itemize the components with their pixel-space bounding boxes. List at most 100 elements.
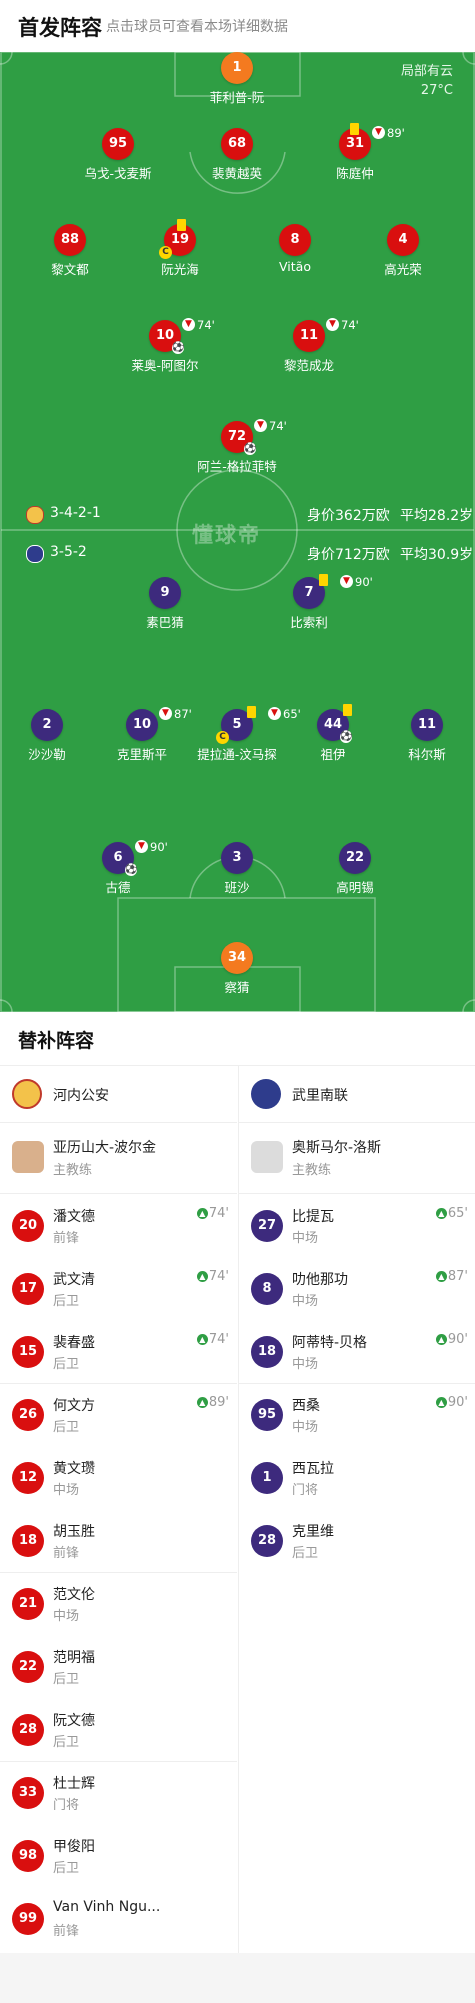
- bench-player-position: 后卫: [53, 1672, 80, 1687]
- bench-player-name: 裴春盛: [53, 1335, 95, 1351]
- home-value: 身价362万欧: [307, 508, 390, 524]
- player-number: 5 C: [216, 706, 256, 744]
- away-value: 身价712万欧: [307, 547, 390, 563]
- player-name: 陈庭仲: [336, 166, 374, 181]
- bench-player-number: 22: [12, 1651, 44, 1683]
- bench-player-row[interactable]: 20 潘文德 前锋 ▲ 74': [0, 1194, 237, 1257]
- bench-player-row[interactable]: 28 克里维 后卫: [239, 1509, 475, 1572]
- bench-player-name: 何文方: [53, 1398, 95, 1414]
- player-number: 44 ⚽: [317, 704, 352, 743]
- player-home-72[interactable]: 72 ⚽ ▼ 74' 阿兰-格拉菲特: [172, 419, 302, 475]
- sub-out-icon: ▼: [135, 840, 148, 853]
- bench-player-position: 后卫: [53, 1420, 80, 1435]
- bench-player-row[interactable]: 18 阿蒂特-贝格 中场 ▲ 90': [239, 1320, 475, 1383]
- bench-player-name: 黄文瓒: [53, 1461, 95, 1477]
- player-home-11[interactable]: 11 ▼ 74' 黎范成龙: [244, 318, 374, 374]
- home-coach[interactable]: 亚历山大-波尔金 主教练: [0, 1123, 237, 1194]
- bench-player-row[interactable]: 8 叻他那功 中场 ▲ 87': [239, 1257, 475, 1320]
- weather-info: 局部有云 27°C: [401, 62, 453, 100]
- player-away-3[interactable]: 3 班沙: [172, 842, 302, 896]
- bench-player-row[interactable]: 98 甲俊阳 后卫: [0, 1824, 237, 1887]
- bench-player-row[interactable]: 12 黄文瓒 中场: [0, 1446, 237, 1509]
- yellow-card-icon: [343, 704, 352, 716]
- player-name: 高明锡: [336, 880, 374, 895]
- goal-ball-icon: ⚽: [125, 864, 138, 876]
- player-home-10[interactable]: 10 ⚽ ▼ 74' 莱奥-阿图尔: [100, 318, 230, 374]
- bench-player-row[interactable]: 18 胡玉胜 前锋: [0, 1509, 237, 1572]
- bench-player-row[interactable]: 27 比提瓦 中场 ▲ 65': [239, 1194, 475, 1257]
- home-age: 平均28.2岁: [400, 508, 474, 524]
- bench-player-row[interactable]: 33 杜士辉 门将: [0, 1761, 237, 1824]
- player-number: 11: [293, 320, 325, 352]
- sub-out-icon: ▼: [372, 126, 385, 139]
- bench-away-column: 武里南联 奥斯马尔-洛斯 主教练 27 比提瓦 中场 ▲ 65' 8 叻他那功 中场 ▲ 87' 1…: [238, 1066, 475, 1953]
- player-home-19[interactable]: 19 C 阮光海: [115, 219, 245, 278]
- player-home-4[interactable]: 4 高光荣: [338, 224, 468, 278]
- coach-name: 奥斯马尔-洛斯: [292, 1140, 382, 1156]
- sub-in-icon: ▲: [435, 1208, 447, 1219]
- bench-player-row[interactable]: 15 裴春盛 后卫 ▲ 74': [0, 1320, 237, 1383]
- bench-home-column: 河内公安 亚历山大-波尔金 主教练 20 潘文德 前锋 ▲ 74' 17 武文清 后卫 ▲ 74'…: [0, 1066, 237, 1953]
- home-team-info: 3-4-2-1 身价362万欧 平均28.2岁: [0, 503, 475, 525]
- bench-player-row[interactable]: 99 Van Vinh Ngu... 前锋: [0, 1887, 237, 1950]
- bench-player-name: 武文清: [53, 1272, 95, 1288]
- bench-player-row[interactable]: 1 西瓦拉 门将: [239, 1446, 475, 1509]
- away-coach[interactable]: 奥斯马尔-洛斯 主教练: [239, 1123, 475, 1194]
- bench-player-name: 杜士辉: [53, 1776, 95, 1792]
- bench-player-number: 21: [12, 1588, 44, 1620]
- yellow-card-icon: [247, 706, 256, 718]
- coach-role: 主教练: [53, 1163, 93, 1178]
- bench-player-number: 18: [251, 1336, 283, 1368]
- player-name: 乌戈-戈麦斯: [84, 166, 152, 181]
- bench-player-number: 99: [12, 1903, 44, 1935]
- bench-player-row[interactable]: 17 武文清 后卫 ▲ 74': [0, 1257, 237, 1320]
- bench-player-row[interactable]: 26 何文方 后卫 ▲ 89': [0, 1383, 237, 1446]
- sub-in: ▲ 87': [435, 1269, 468, 1284]
- player-name: 班沙: [224, 880, 250, 895]
- player-number: 3: [221, 842, 253, 874]
- player-number: 11: [411, 709, 443, 741]
- player-away-34[interactable]: 34 察猜: [172, 942, 302, 996]
- bench-player-name: 阮文德: [53, 1713, 95, 1729]
- bench-player-position: 前锋: [53, 1546, 80, 1561]
- bench-player-row[interactable]: 28 阮文德 后卫: [0, 1698, 237, 1761]
- player-away-6[interactable]: 6 ⚽ ▼ 90' 古德: [53, 840, 183, 896]
- bench-player-position: 中场: [292, 1420, 319, 1435]
- player-home-1[interactable]: 1 菲利普-阮: [172, 52, 302, 106]
- bench-away-team[interactable]: 武里南联: [239, 1066, 475, 1123]
- bench-player-name: 比提瓦: [292, 1209, 334, 1225]
- home-formation: 3-4-2-1: [50, 505, 101, 521]
- player-away-7[interactable]: 7 ▼ 90' 比索利: [244, 574, 374, 631]
- goal-ball-icon: ⚽: [244, 443, 257, 455]
- sub-in: ▲ 74': [196, 1206, 229, 1221]
- sub-out-icon: ▼: [326, 318, 339, 331]
- bench-player-number: 98: [12, 1840, 44, 1872]
- bench-player-number: 27: [251, 1210, 283, 1242]
- bench-player-number: 95: [251, 1399, 283, 1431]
- sub-in: ▲ 65': [435, 1206, 468, 1221]
- player-away-22[interactable]: 22 高明锡: [290, 842, 420, 896]
- player-number: 9: [149, 577, 181, 609]
- bench-player-position: 门将: [292, 1483, 319, 1498]
- page-title: 首发阵容: [18, 16, 102, 40]
- home-club-logo-icon: [12, 1079, 42, 1109]
- bench-player-row[interactable]: 95 西桑 中场 ▲ 90': [239, 1383, 475, 1446]
- player-number: 19 C: [159, 219, 196, 259]
- bench-home-team[interactable]: 河内公安: [0, 1066, 237, 1123]
- bench-player-number: 1: [251, 1462, 283, 1494]
- player-home-68[interactable]: 68 裴黄越英: [172, 128, 302, 182]
- bench-player-row[interactable]: 22 范明福 后卫: [0, 1635, 237, 1698]
- bench-player-row[interactable]: 21 范文伦 中场: [0, 1572, 237, 1635]
- bench-player-position: 中场: [292, 1294, 319, 1309]
- player-home-31[interactable]: 31 ▼ 89' 陈庭仲: [290, 123, 420, 182]
- coach-role: 主教练: [292, 1163, 332, 1178]
- player-name: 裴黄越英: [211, 166, 262, 181]
- coach-avatar-placeholder-icon: [251, 1141, 283, 1173]
- player-away-11[interactable]: 11 科尔斯: [362, 709, 475, 763]
- player-home-95[interactable]: 95 乌戈-戈麦斯: [53, 128, 183, 182]
- bench-player-position: 前锋: [53, 1924, 80, 1939]
- player-away-9[interactable]: 9 素巴猜: [100, 577, 230, 631]
- bench-player-name: 克里维: [292, 1524, 334, 1540]
- bench-title: 替补阵容: [18, 1030, 95, 1052]
- yellow-card-icon: [350, 123, 359, 135]
